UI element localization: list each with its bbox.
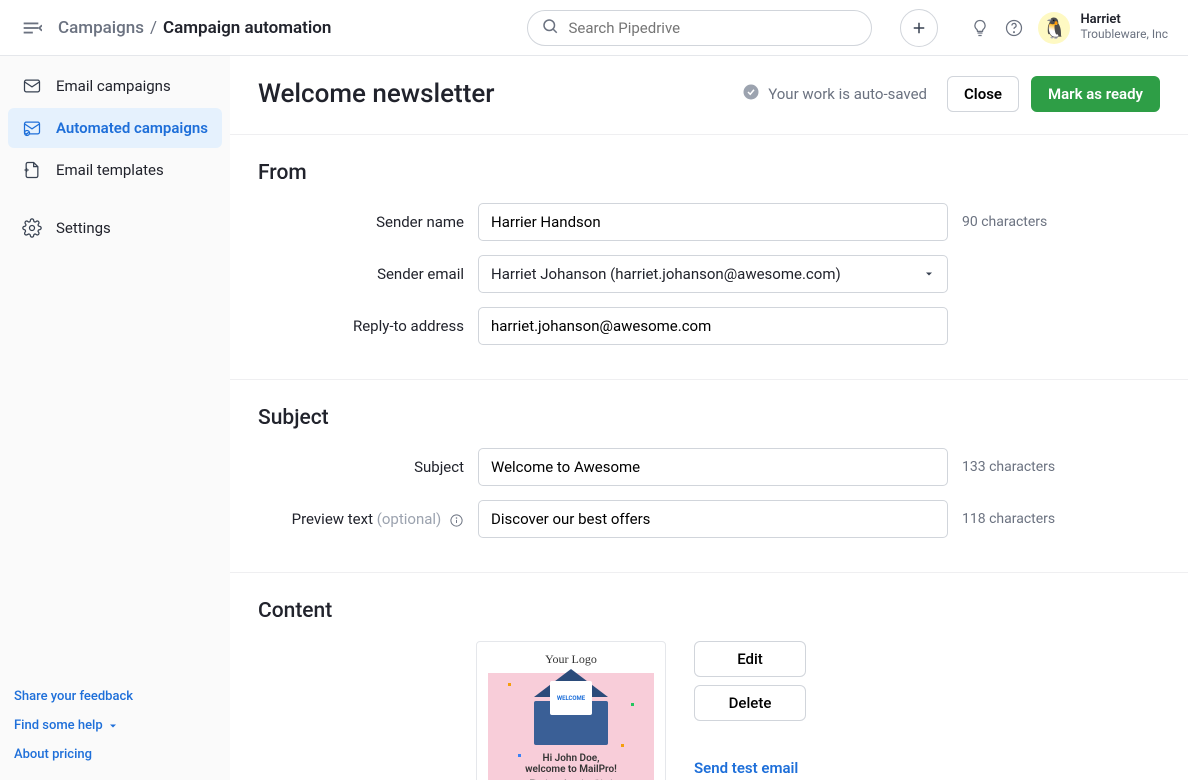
breadcrumb-current: Campaign automation: [163, 18, 331, 38]
sidebar-item-email-templates[interactable]: Email templates: [8, 150, 222, 190]
footer-link-label: Find some help: [14, 718, 103, 733]
footer-link-help[interactable]: Find some help: [14, 718, 216, 733]
check-circle-icon: [742, 83, 760, 105]
autosave-text: Your work is auto-saved: [768, 85, 927, 103]
sender-name-input[interactable]: [478, 203, 948, 241]
preview-line2: welcome to MailPro!: [525, 764, 617, 775]
mark-ready-button[interactable]: Mark as ready: [1031, 76, 1160, 112]
preview-text-hint: 118 characters: [962, 511, 1160, 527]
search-icon: [541, 17, 559, 39]
sidebar-item-automated-campaigns[interactable]: Automated campaigns: [8, 108, 222, 148]
sidebar-item-label: Settings: [56, 219, 111, 237]
sidebar-item-email-campaigns[interactable]: Email campaigns: [8, 66, 222, 106]
sender-name-hint: 90 characters: [962, 214, 1160, 230]
breadcrumb-separator: /: [150, 18, 157, 38]
info-icon[interactable]: [449, 513, 464, 528]
sidebar-item-label: Email templates: [56, 161, 164, 179]
automation-icon: [22, 118, 42, 138]
reply-to-input[interactable]: [478, 307, 948, 345]
chevron-down-icon: [923, 268, 935, 280]
sender-email-select[interactable]: Harriet Johanson (harriet.johanson@aweso…: [478, 255, 948, 293]
preview-text-label: Preview text (optional): [258, 510, 464, 528]
menu-toggle-icon[interactable]: [20, 17, 42, 39]
preview-line1: Hi John Doe,: [543, 753, 600, 764]
reply-to-label: Reply-to address: [258, 317, 464, 335]
user-menu[interactable]: 🐧 Harriet Troubleware, Inc: [1038, 12, 1168, 44]
content-heading: Content: [258, 599, 1160, 623]
sender-email-value: Harriet Johanson (harriet.johanson@aweso…: [491, 265, 841, 283]
sidebar-item-label: Email campaigns: [56, 77, 171, 95]
breadcrumb-parent[interactable]: Campaigns: [58, 18, 144, 38]
envelope-icon: WELCOME: [534, 689, 608, 745]
gear-icon: [22, 218, 42, 238]
subject-label: Subject: [258, 458, 464, 476]
tips-icon[interactable]: [970, 18, 990, 38]
footer-link-feedback[interactable]: Share your feedback: [14, 689, 216, 704]
delete-template-button[interactable]: Delete: [694, 685, 806, 721]
user-org: Troubleware, Inc: [1080, 28, 1168, 42]
sidebar-item-label: Automated campaigns: [56, 119, 208, 137]
sender-name-label: Sender name: [258, 213, 464, 231]
autosave-status: Your work is auto-saved: [742, 83, 927, 105]
help-icon[interactable]: [1004, 18, 1024, 38]
subject-input[interactable]: [478, 448, 948, 486]
template-icon: [22, 160, 42, 180]
footer-link-pricing[interactable]: About pricing: [14, 747, 216, 762]
sender-email-label: Sender email: [258, 265, 464, 283]
subject-hint: 133 characters: [962, 459, 1160, 475]
edit-template-button[interactable]: Edit: [694, 641, 806, 677]
page-title: Welcome newsletter: [258, 79, 742, 109]
close-button[interactable]: Close: [947, 76, 1019, 112]
template-preview[interactable]: Your Logo WELCOME Hi John Doe, welcome t…: [476, 641, 666, 780]
send-test-email-link[interactable]: Send test email: [694, 759, 806, 777]
search-input[interactable]: [527, 10, 872, 46]
preview-text-input[interactable]: [478, 500, 948, 538]
from-heading: From: [258, 161, 1160, 185]
subject-heading: Subject: [258, 406, 1160, 430]
breadcrumb: Campaigns / Campaign automation: [58, 18, 331, 38]
envelope-icon: [22, 76, 42, 96]
user-name: Harriet: [1080, 13, 1168, 28]
add-button[interactable]: [900, 9, 938, 47]
chevron-down-icon: [107, 720, 119, 732]
sidebar-item-settings[interactable]: Settings: [8, 208, 222, 248]
avatar: 🐧: [1038, 12, 1070, 44]
